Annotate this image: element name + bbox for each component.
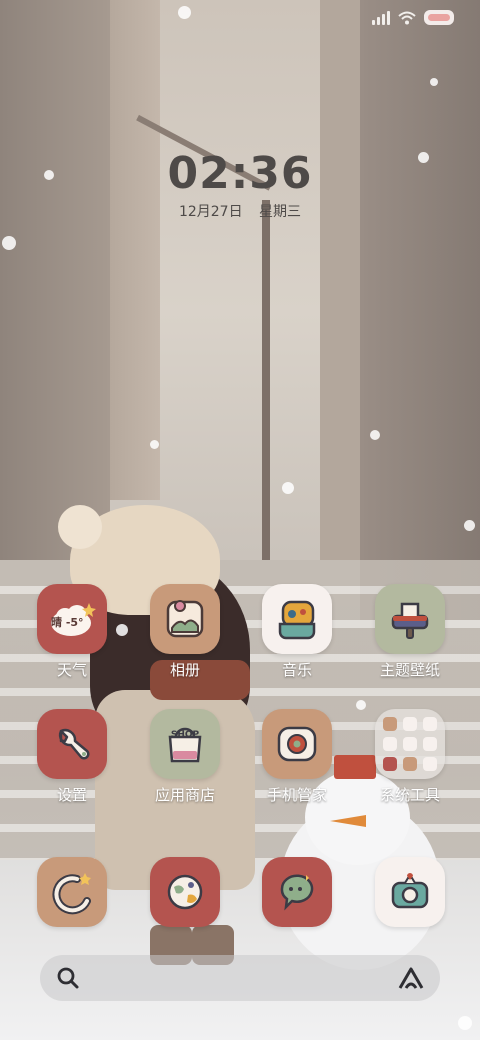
dock-browser[interactable] [130,857,240,927]
dock-messages[interactable] [242,857,352,927]
app-label: 相册 [169,661,200,679]
mini-app-icon [383,717,397,731]
app-store-badge: SHOP [170,730,200,740]
folder-system-tools[interactable]: 系统工具 [355,709,465,805]
snowflake [282,482,294,494]
snowflake [458,1016,472,1030]
mini-app-icon [383,737,397,751]
gallery-icon [150,584,220,654]
folder-preview-grid [383,717,437,771]
app-label: 应用商店 [154,786,215,804]
wallpaper-building-right-back [320,0,360,560]
wifi-icon [398,11,416,24]
weather-icon: 晴 -5° [37,584,107,654]
snowflake [370,430,380,440]
app-label: 主题壁纸 [379,661,440,679]
clock-time[interactable]: 02:36 [0,148,480,199]
app-theme[interactable]: 主题壁纸 [355,584,465,680]
mini-app-icon [423,737,437,751]
assistant-icon[interactable] [396,964,426,992]
battery-icon [424,10,454,25]
app-weather[interactable]: 晴 -5° 天气 [17,584,127,680]
wallpaper-street-light [262,200,270,560]
snowflake [2,236,16,250]
snowflake [178,6,191,19]
settings-icon [37,709,107,779]
wallpaper-building-left-back [110,0,160,500]
app-phone-manager[interactable]: 手机管家 [242,709,352,805]
app-settings[interactable]: 设置 [17,709,127,805]
dock-camera[interactable] [355,857,465,927]
app-label: 设置 [56,786,87,804]
messages-icon [262,857,332,927]
phone-manager-icon [262,709,332,779]
mini-app-icon [423,717,437,731]
wallpaper-snowman-nose [330,815,366,827]
phone-icon [37,857,107,927]
mini-app-icon [383,757,397,771]
clock-date: 12月27日 [178,204,243,220]
clock-date-row: 12月27日 星期三 [0,201,480,221]
app-label: 系统工具 [379,786,440,804]
snowflake [430,78,438,86]
app-label: 天气 [56,661,87,679]
browser-globe-icon [150,857,220,927]
search-bar[interactable] [40,955,440,1001]
theme-brush-icon [375,584,445,654]
camera-icon [375,857,445,927]
mini-app-icon [403,757,417,771]
app-label: 手机管家 [266,786,327,804]
wallpaper-building-left [0,0,110,560]
wallpaper-girl-pompom [58,505,102,549]
app-gallery[interactable]: 相册 [130,584,240,680]
app-store[interactable]: SHOP 应用商店 [130,709,240,805]
app-music[interactable]: 音乐 [242,584,352,680]
mini-app-icon [423,757,437,771]
app-store-icon: SHOP [150,709,220,779]
dock-phone[interactable] [17,857,127,927]
mini-app-icon [403,717,417,731]
search-icon[interactable] [54,964,82,992]
snowflake [150,440,159,449]
music-icon [262,584,332,654]
wallpaper-building-right [360,0,480,620]
clock-weekday: 星期三 [259,204,302,220]
weather-badge: 晴 -5° [51,616,84,629]
signal-icon [372,10,390,25]
mini-app-icon [403,737,417,751]
status-bar [372,10,454,25]
app-label: 音乐 [281,661,312,679]
snowflake [464,520,475,531]
folder-icon [375,709,445,779]
